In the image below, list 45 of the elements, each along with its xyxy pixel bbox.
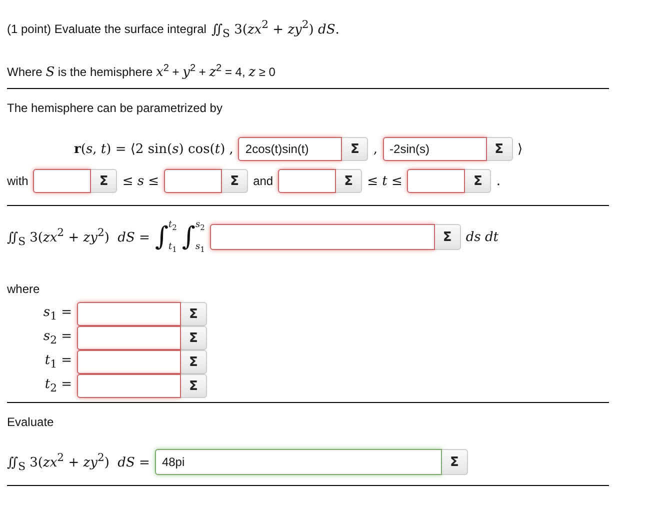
math-expression: ∬$_{S}$ 3(zx$^{2}$ + zy$^{2}$) dS = bbox=[7, 226, 150, 248]
answer-field[interactable]: -2sin(s) bbox=[382, 137, 487, 161]
equation-editor-button[interactable]: Σ bbox=[442, 449, 468, 475]
question-text: The hemisphere can be parametrized by bbox=[7, 101, 222, 115]
answer-field[interactable] bbox=[33, 169, 92, 193]
math-expression: ≤ s ≤ bbox=[122, 174, 160, 188]
math-expression: ∬$_{S}$ 3(zx$^{2}$ + zy$^{2}$) dS. bbox=[211, 18, 340, 40]
equation-editor-button[interactable]: Σ bbox=[465, 169, 492, 193]
answer-field[interactable]: 2cos(t)sin(t) bbox=[238, 137, 342, 161]
equation-editor-button[interactable]: Σ bbox=[181, 350, 207, 374]
equation-editor-button[interactable]: Σ bbox=[336, 169, 362, 193]
question-text: Where S is the hemisphere x$^{2}$ + y$^{2}$ + z$^{2}$ = 4, z ≥ 0 bbox=[7, 62, 276, 80]
equation-editor-button[interactable]: Σ bbox=[181, 326, 207, 350]
equation-editor-button[interactable]: Σ bbox=[222, 169, 248, 193]
math-expression: ds dt bbox=[466, 230, 499, 244]
math-expression: s$_{2}$ = bbox=[42, 329, 72, 347]
math-expression: . bbox=[496, 174, 501, 188]
answer-field[interactable] bbox=[77, 350, 181, 374]
math-expression: ⟩ bbox=[518, 142, 523, 156]
question-text: with bbox=[7, 174, 28, 188]
equation-editor-button[interactable]: Σ bbox=[91, 169, 118, 193]
math-expression: ≤ t ≤ bbox=[367, 174, 402, 188]
question-text: (1 point) Evaluate the surface integral bbox=[7, 22, 206, 36]
answer-field[interactable] bbox=[77, 326, 181, 350]
question-text: and bbox=[253, 174, 274, 188]
equation-editor-button[interactable]: Σ bbox=[486, 137, 513, 161]
answer-field[interactable] bbox=[164, 169, 222, 193]
answer-field[interactable]: 48pi bbox=[154, 449, 442, 475]
equation-editor-button[interactable]: Σ bbox=[342, 137, 368, 161]
equation-editor-button[interactable]: Σ bbox=[181, 302, 207, 326]
equation-editor-button[interactable]: Σ bbox=[181, 374, 207, 398]
math-expression: ∬$_{S}$ 3(zx$^{2}$ + zy$^{2}$) dS = bbox=[7, 451, 150, 473]
math-expression: s$_{1}$ = bbox=[42, 305, 72, 323]
math-expression: r(s, t) = ⟨2 sin(s) cos(t) , bbox=[74, 142, 234, 156]
answer-field[interactable] bbox=[77, 302, 181, 326]
math-expression: , bbox=[373, 142, 378, 156]
math-expression: t$_{2}$ = bbox=[44, 377, 72, 395]
question-text: where bbox=[7, 282, 40, 296]
answer-field[interactable] bbox=[210, 224, 435, 250]
question-text: Evaluate bbox=[7, 415, 54, 429]
answer-field[interactable] bbox=[278, 169, 336, 193]
equation-editor-button[interactable]: Σ bbox=[434, 224, 461, 250]
math-expression: t$_{1}$ = bbox=[44, 353, 72, 371]
answer-field[interactable] bbox=[407, 169, 466, 193]
answer-field[interactable] bbox=[77, 374, 181, 398]
